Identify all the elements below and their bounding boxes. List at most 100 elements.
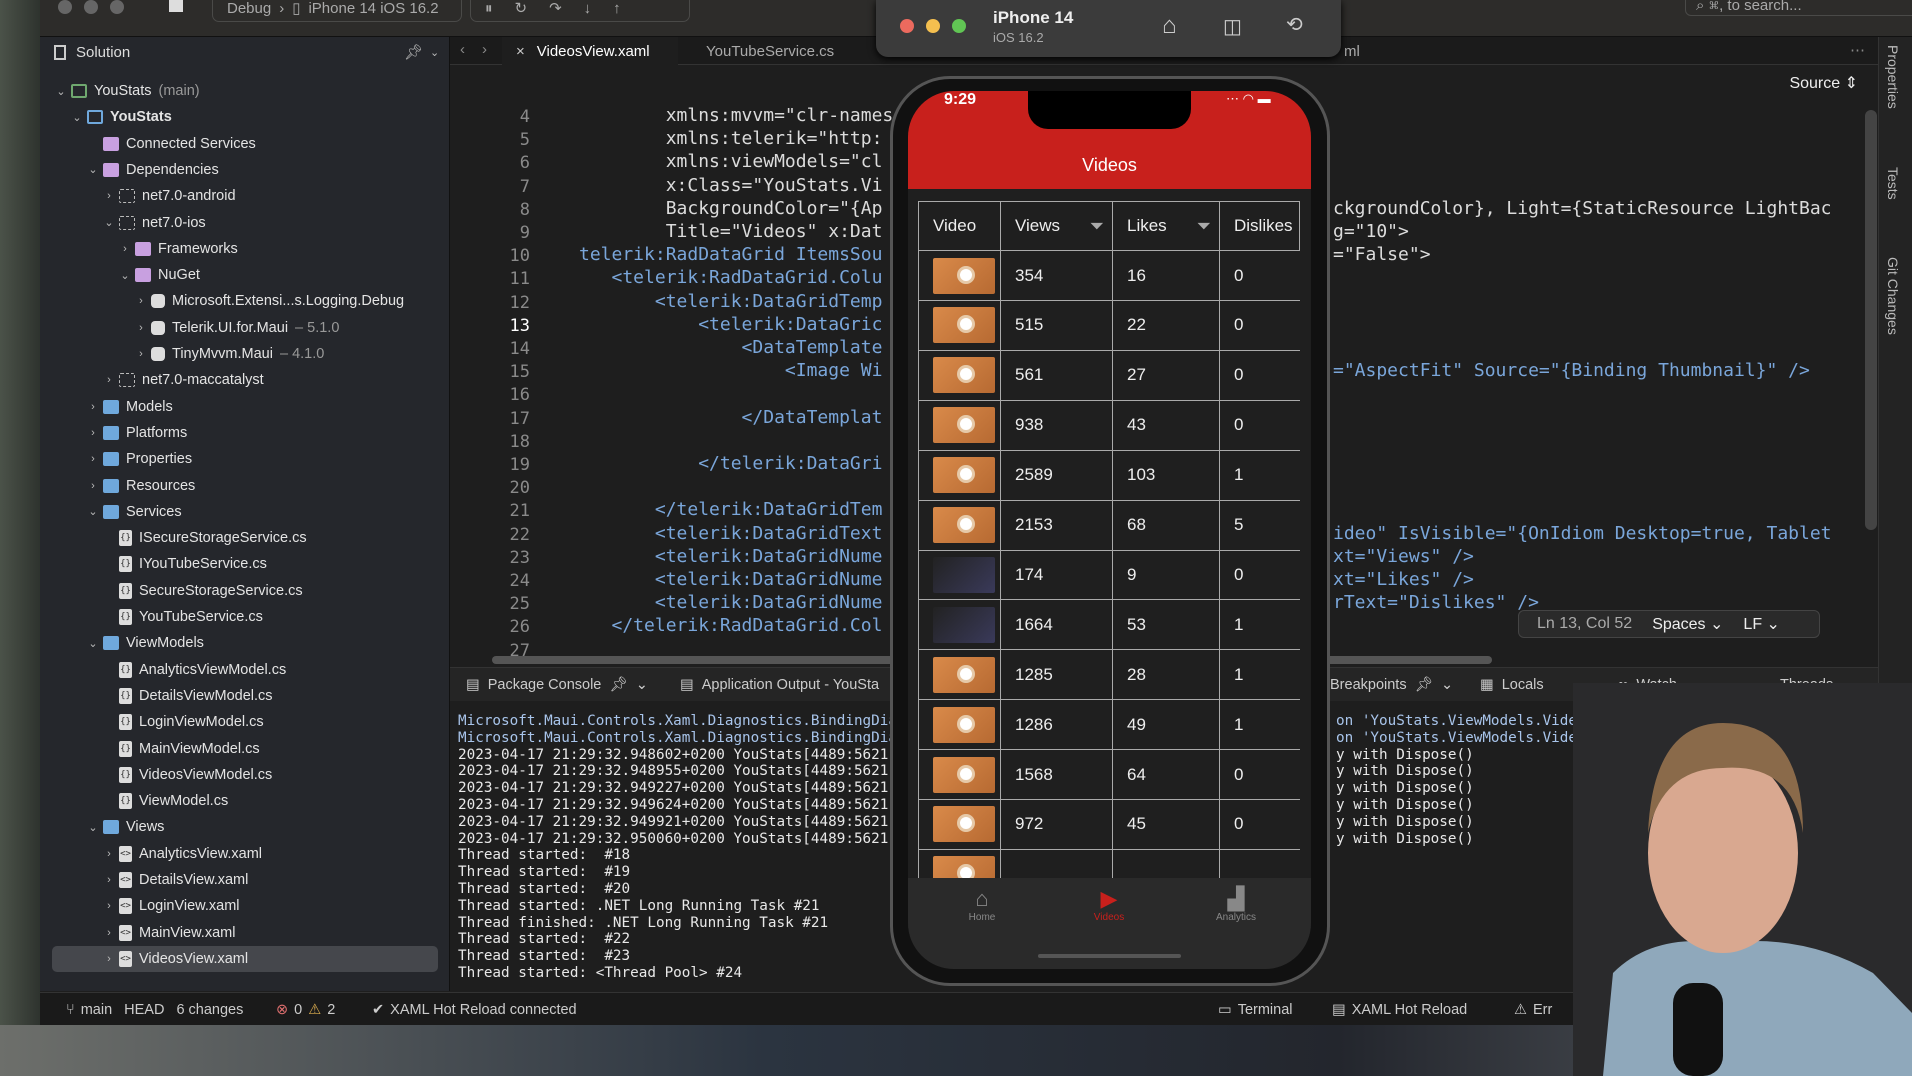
chevron-right-icon[interactable]: › [102, 190, 116, 202]
code-line[interactable]: </telerik:DataGri [579, 453, 882, 474]
code-line-continuation[interactable]: xt="Likes" /> [1333, 569, 1474, 590]
tree-item[interactable]: › Properties [40, 446, 440, 472]
code-line-continuation[interactable]: ="AspectFit" Source="{Binding Thumbnail}… [1333, 360, 1810, 381]
close-icon[interactable]: × [516, 43, 525, 60]
tab-analytics[interactable]: ▟ Analytics [1176, 886, 1296, 923]
code-line[interactable]: <Image Wi [579, 360, 883, 381]
tree-item[interactable]: ⌄ net7.0-ios [40, 210, 440, 236]
rotate-icon[interactable]: ⟲ [1286, 12, 1303, 37]
column-header-likes[interactable]: Likes ⏷ [1113, 201, 1220, 251]
git-branch[interactable]: ⑂ main HEAD 6 changes [66, 993, 243, 1026]
code-line[interactable]: <telerik:DataGridText [579, 523, 883, 544]
chevron-right-icon[interactable]: › [86, 480, 100, 492]
step-into-icon[interactable]: ↓ [584, 0, 592, 17]
tab-videosview-xaml[interactable]: × VideosView.xaml [502, 37, 678, 65]
tab-breakpoints[interactable]: Breakpoints 📌︎ ⌄ [1330, 668, 1453, 701]
video-thumbnail[interactable] [933, 307, 995, 344]
chevron-right-icon[interactable]: › [86, 401, 100, 413]
source-view-selector[interactable]: Source ⇕ [1789, 73, 1858, 93]
close-simulator-button[interactable] [900, 19, 914, 33]
code-line[interactable]: BackgroundColor="{Ap [579, 198, 883, 219]
cursor-position[interactable]: Ln 13, Col 52 [1537, 615, 1632, 633]
tree-item[interactable]: › net7.0-android [40, 183, 440, 209]
tree-item[interactable]: › <> AnalyticsView.xaml [40, 841, 440, 867]
run-configuration-selector[interactable]: Debug › ▯ iPhone 14 iOS 16.2 [212, 0, 462, 22]
restart-icon[interactable]: ↻ [515, 0, 528, 17]
column-header-video[interactable]: Video [918, 201, 1001, 251]
code-line[interactable]: telerik:RadDataGrid ItemsSou [579, 244, 882, 265]
chevron-right-icon[interactable]: › [102, 374, 116, 386]
code-line-continuation[interactable]: xt="Views" /> [1333, 546, 1474, 567]
tree-item[interactable]: {} AnalyticsViewModel.cs [40, 657, 440, 683]
video-thumbnail[interactable] [933, 756, 995, 793]
zoom-window-button[interactable] [110, 0, 124, 14]
tree-item[interactable]: ⌄ Views [40, 814, 440, 840]
tree-item[interactable]: › <> DetailsView.xaml [40, 867, 440, 893]
code-line-continuation[interactable]: g="10"> [1333, 221, 1409, 242]
chevron-right-icon[interactable]: › [134, 322, 148, 334]
tree-item[interactable]: {} YouTubeService.cs [40, 604, 440, 630]
tree-item[interactable]: › Models [40, 394, 440, 420]
code-line[interactable]: xmlns:telerik="http: [579, 128, 883, 149]
code-line[interactable]: </telerik:RadDataGrid.Col [579, 615, 883, 636]
tree-item[interactable]: Connected Services [40, 131, 440, 157]
chevron-down-icon[interactable]: ⌄ [86, 821, 100, 834]
more-icon[interactable]: ⋯ [1850, 41, 1865, 59]
column-header-dislikes[interactable]: Dislikes [1220, 201, 1300, 251]
code-line-continuation[interactable]: rText="Dislikes" /> [1333, 592, 1539, 613]
video-thumbnail[interactable] [933, 357, 995, 394]
close-window-button[interactable] [58, 0, 72, 14]
tab-videos[interactable]: ▶ Videos [1049, 886, 1169, 923]
vertical-scrollbar[interactable] [1865, 110, 1877, 530]
tree-item[interactable]: › net7.0-maccatalyst [40, 367, 440, 393]
video-thumbnail[interactable] [933, 457, 995, 494]
tab-youtubeservice-cs[interactable]: YouTubeService.cs [692, 37, 872, 65]
pin-icon[interactable]: 📌︎ [404, 43, 423, 61]
chevron-right-icon[interactable]: › [102, 900, 116, 912]
video-thumbnail[interactable] [933, 507, 995, 543]
errors-button[interactable]: ⚠ Err [1514, 993, 1552, 1026]
tree-item[interactable]: › <> MainView.xaml [40, 920, 440, 946]
video-thumbnail[interactable] [933, 656, 995, 693]
chevron-right-icon[interactable]: › [102, 927, 116, 939]
chevron-right-icon[interactable]: › [134, 295, 148, 307]
chevron-down-icon[interactable]: ⌄ [118, 269, 132, 282]
chevron-down-icon[interactable]: ⌄ [430, 46, 439, 59]
video-thumbnail[interactable] [933, 257, 995, 294]
filter-icon[interactable]: ⏷ [1197, 216, 1211, 237]
tab-application-output[interactable]: ▤ Application Output - YouSta [680, 668, 879, 701]
tab-package-console[interactable]: ▤ Package Console 📌︎ ⌄ [466, 668, 648, 701]
tree-item[interactable]: › <> LoginView.xaml [40, 893, 440, 919]
tree-item[interactable]: {} DetailsViewModel.cs [40, 683, 440, 709]
indent-selector[interactable]: Spaces ⌄ [1652, 614, 1723, 634]
step-out-icon[interactable]: ↑ [613, 0, 621, 17]
tree-item[interactable]: › Frameworks [40, 236, 440, 262]
screenshot-icon[interactable]: ◫ [1223, 14, 1242, 39]
stop-icon[interactable] [169, 0, 183, 12]
code-line[interactable]: <telerik:DataGric [579, 314, 882, 335]
pin-icon[interactable]: 📌︎ [1415, 676, 1433, 693]
code-line[interactable]: </telerik:DataGridTem [579, 499, 883, 520]
tree-item[interactable]: {} LoginViewModel.cs [40, 709, 440, 735]
chevron-right-icon[interactable]: › [118, 243, 132, 255]
error-warning-counts[interactable]: ⊗ 0 ⚠ 2 [276, 993, 335, 1026]
terminal-button[interactable]: ▭ Terminal [1218, 993, 1293, 1026]
chevron-right-icon[interactable]: › [102, 848, 116, 860]
chevron-right-icon[interactable]: › [102, 874, 116, 886]
tree-item[interactable]: › Platforms [40, 420, 440, 446]
chevron-down-icon[interactable]: ⌄ [636, 677, 648, 693]
tree-item[interactable]: {} VideosViewModel.cs [40, 762, 440, 788]
filter-icon[interactable]: ⏷ [1090, 216, 1104, 237]
column-header-views[interactable]: Views ⏷ [1001, 201, 1113, 251]
code-line[interactable]: xmlns:mvvm="clr-names [579, 105, 894, 126]
video-thumbnail[interactable] [933, 556, 995, 593]
home-icon[interactable]: ⌂ [1162, 12, 1177, 40]
pause-icon[interactable]: ⏸ [485, 0, 493, 17]
tree-item[interactable]: {} ISecureStorageService.cs [40, 525, 440, 551]
code-line[interactable]: <telerik:DataGridNume [579, 546, 883, 567]
code-line[interactable]: x:Class="YouStats.Vi [579, 175, 883, 196]
minimize-window-button[interactable] [84, 0, 98, 14]
code-line-continuation[interactable]: ="False"> [1333, 244, 1431, 265]
xaml-hot-reload-button[interactable]: ▤ XAML Hot Reload [1332, 993, 1467, 1026]
tree-item[interactable]: {} MainViewModel.cs [40, 736, 440, 762]
